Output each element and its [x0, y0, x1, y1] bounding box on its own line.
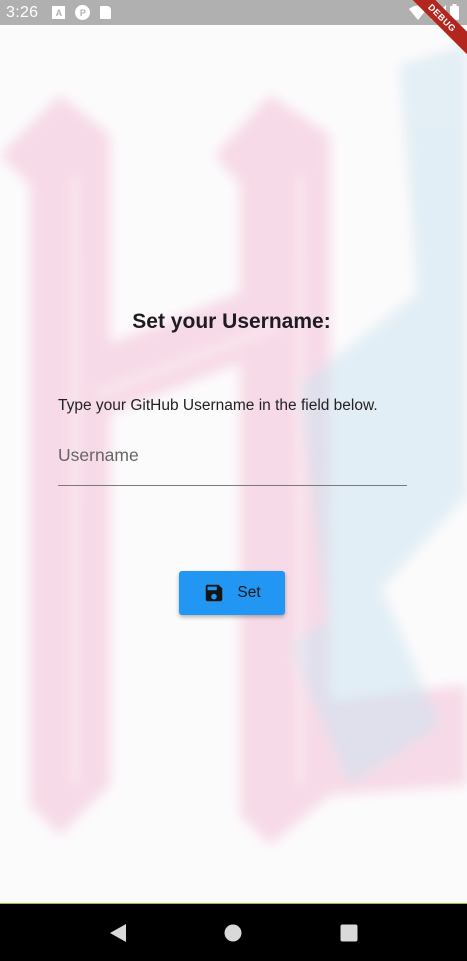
page-title: Set your Username: [132, 310, 331, 333]
notification-icons: A P [52, 5, 112, 20]
status-bar: 3:26 A P [0, 0, 467, 25]
username-input[interactable] [58, 438, 407, 486]
main-content: Set your Username: Type your GitHub User… [0, 25, 467, 903]
username-field [58, 438, 407, 486]
status-time: 3:26 [6, 3, 39, 21]
back-icon [109, 923, 126, 942]
sd-card-icon [100, 6, 112, 19]
set-button-label: Set [237, 584, 261, 601]
recents-icon [340, 924, 358, 941]
set-button[interactable]: Set [179, 571, 285, 615]
recents-button[interactable] [329, 913, 369, 953]
back-button[interactable] [98, 913, 138, 953]
a-icon: A [52, 6, 66, 19]
navigation-bar [0, 903, 467, 961]
instruction-text: Type your GitHub Username in the field b… [58, 397, 378, 414]
privacy-icon: P [75, 5, 91, 20]
home-icon [224, 924, 242, 941]
home-button[interactable] [213, 913, 253, 953]
save-icon [206, 584, 223, 602]
